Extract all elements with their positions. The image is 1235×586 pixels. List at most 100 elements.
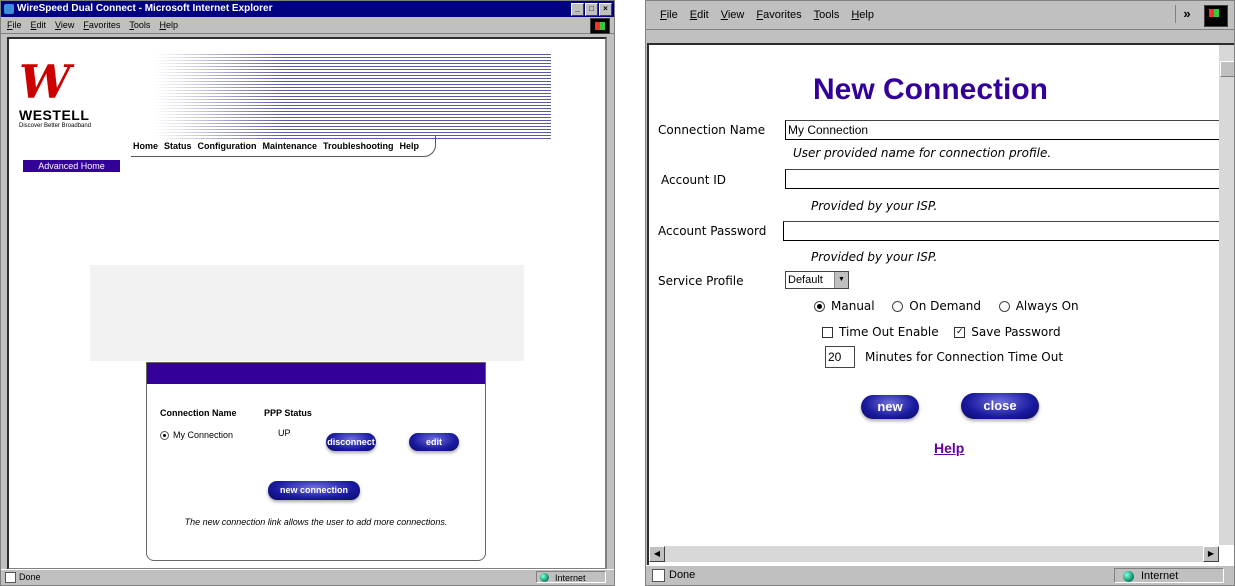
help-link[interactable]: Help (934, 440, 964, 456)
overlay-box (90, 265, 524, 361)
zone-text: Internet (1141, 570, 1179, 582)
service-profile-select[interactable]: Default ▼ (785, 271, 849, 289)
nav-maintenance[interactable]: Maintenance (263, 141, 318, 151)
page-icon (652, 568, 665, 582)
westell-w-icon: W (19, 55, 71, 109)
time-out-enable-label: Time Out Enable (839, 325, 939, 339)
manual-radio[interactable] (814, 301, 825, 312)
account-password-hint: Provided by your ISP. (811, 250, 938, 264)
left-menu-bar: File Edit View Favorites Tools Help (1, 17, 614, 34)
left-status-bar: Done Internet (1, 569, 614, 585)
edit-button[interactable]: edit (409, 433, 459, 451)
menu-tools[interactable]: Tools (814, 9, 840, 21)
new-connection-button[interactable]: new connection (268, 481, 360, 500)
horizontal-scrollbar[interactable]: ◀ ▶ (649, 546, 1219, 562)
time-out-enable-checkbox[interactable] (822, 327, 833, 338)
menu-tools[interactable]: Tools (129, 20, 150, 30)
checkbox-options: Time Out Enable ✓ Save Password (822, 325, 1061, 339)
window-gap (615, 0, 645, 586)
connection-row[interactable]: My Connection (160, 430, 234, 441)
connection-name-input[interactable]: My Connection (785, 120, 1225, 140)
left-browser-window: WireSpeed Dual Connect - Microsoft Inter… (0, 0, 615, 586)
scroll-up-arrow-icon[interactable] (1220, 61, 1234, 77)
save-password-label: Save Password (971, 325, 1061, 339)
connection-row-name: My Connection (173, 430, 234, 440)
account-id-hint: Provided by your ISP. (811, 199, 938, 213)
account-id-input[interactable] (785, 169, 1225, 189)
left-title-bar: WireSpeed Dual Connect - Microsoft Inter… (1, 1, 614, 17)
scroll-right-arrow-icon[interactable]: ▶ (1203, 546, 1219, 562)
globe-icon (1123, 571, 1134, 582)
on-demand-label: On Demand (909, 299, 982, 313)
zone-text: Internet (555, 573, 586, 583)
timeout-minutes-input[interactable]: 20 (825, 346, 855, 368)
panel-header (147, 363, 485, 384)
ie-icon (4, 4, 14, 14)
left-page-content: W WESTELL Discover Better Broadband Home… (7, 37, 607, 570)
top-navigation: Home Status Configuration Maintenance Tr… (131, 136, 436, 157)
new-button[interactable]: new (861, 395, 919, 419)
menu-help[interactable]: Help (159, 20, 178, 30)
windows-logo-icon (1204, 5, 1228, 27)
right-status-bar: Done Internet (646, 565, 1234, 585)
connect-mode-options: Manual On Demand Always On (814, 299, 1079, 313)
menu-favorites[interactable]: Favorites (83, 20, 120, 30)
close-button[interactable]: × (599, 3, 612, 16)
status-text: Done (669, 569, 696, 581)
zone-indicator: Internet (536, 571, 606, 583)
menu-edit[interactable]: Edit (690, 9, 709, 21)
col-connection-name: Connection Name (160, 408, 237, 418)
service-profile-label: Service Profile (658, 274, 744, 288)
connections-panel: Connection Name PPP Status My Connection… (146, 362, 486, 561)
menu-view[interactable]: View (721, 9, 745, 21)
connection-radio[interactable] (160, 431, 169, 441)
right-menu-bar: File Edit View Favorites Tools Help » (646, 1, 1234, 30)
timeout-label: Minutes for Connection Time Out (865, 350, 1064, 364)
minimize-button[interactable]: _ (571, 3, 584, 16)
right-browser-window: File Edit View Favorites Tools Help » Ne… (645, 0, 1235, 586)
nav-configuration[interactable]: Configuration (198, 141, 257, 151)
window-title: WireSpeed Dual Connect - Microsoft Inter… (17, 3, 273, 14)
new-connection-note: The new connection link allows the user … (184, 517, 448, 527)
menu-favorites[interactable]: Favorites (756, 9, 801, 21)
advanced-home-link[interactable]: Advanced Home (23, 160, 120, 172)
windows-logo-icon (590, 18, 610, 34)
col-ppp-status: PPP Status (264, 408, 312, 418)
menu-file[interactable]: File (660, 9, 678, 21)
maximize-button[interactable]: □ (585, 3, 598, 16)
ppp-status-value: UP (278, 428, 291, 438)
vertical-scrollbar[interactable] (1219, 45, 1234, 545)
nav-help[interactable]: Help (400, 141, 420, 151)
service-profile-value: Default (788, 274, 823, 286)
page-title: New Connection (813, 73, 1049, 106)
disconnect-button[interactable]: disconnect (326, 433, 376, 451)
header-stripes-graphic (155, 54, 551, 139)
menu-file[interactable]: File (7, 20, 22, 30)
menu-edit[interactable]: Edit (31, 20, 47, 30)
nav-troubleshooting[interactable]: Troubleshooting (323, 141, 394, 151)
account-password-input[interactable] (783, 221, 1225, 241)
always-on-radio[interactable] (998, 301, 1010, 312)
menu-help[interactable]: Help (851, 9, 874, 21)
scroll-left-arrow-icon[interactable]: ◀ (649, 546, 665, 562)
nav-status[interactable]: Status (164, 141, 192, 151)
connection-name-hint: User provided name for connection profil… (793, 146, 1052, 160)
save-password-checkbox[interactable]: ✓ (954, 327, 966, 338)
always-on-label: Always On (1015, 299, 1079, 313)
zone-indicator: Internet (1114, 568, 1224, 583)
status-text: Done (19, 572, 41, 582)
on-demand-radio[interactable] (892, 301, 904, 312)
account-password-label: Account Password (658, 224, 767, 238)
manual-label: Manual (831, 299, 875, 313)
window-controls: _ □ × (571, 3, 612, 16)
toolbar-chevron-icon[interactable]: » (1175, 5, 1198, 23)
page-icon (5, 572, 16, 584)
menu-view[interactable]: View (55, 20, 74, 30)
chevron-down-icon[interactable]: ▼ (834, 272, 848, 288)
account-id-label: Account ID (661, 173, 727, 187)
right-page-content: New Connection Connection Name My Connec… (647, 43, 1234, 568)
close-button[interactable]: close (961, 393, 1039, 419)
nav-home[interactable]: Home (133, 141, 158, 151)
logo-brand: WESTELL (19, 107, 90, 123)
westell-logo: W WESTELL Discover Better Broadband (19, 59, 119, 129)
